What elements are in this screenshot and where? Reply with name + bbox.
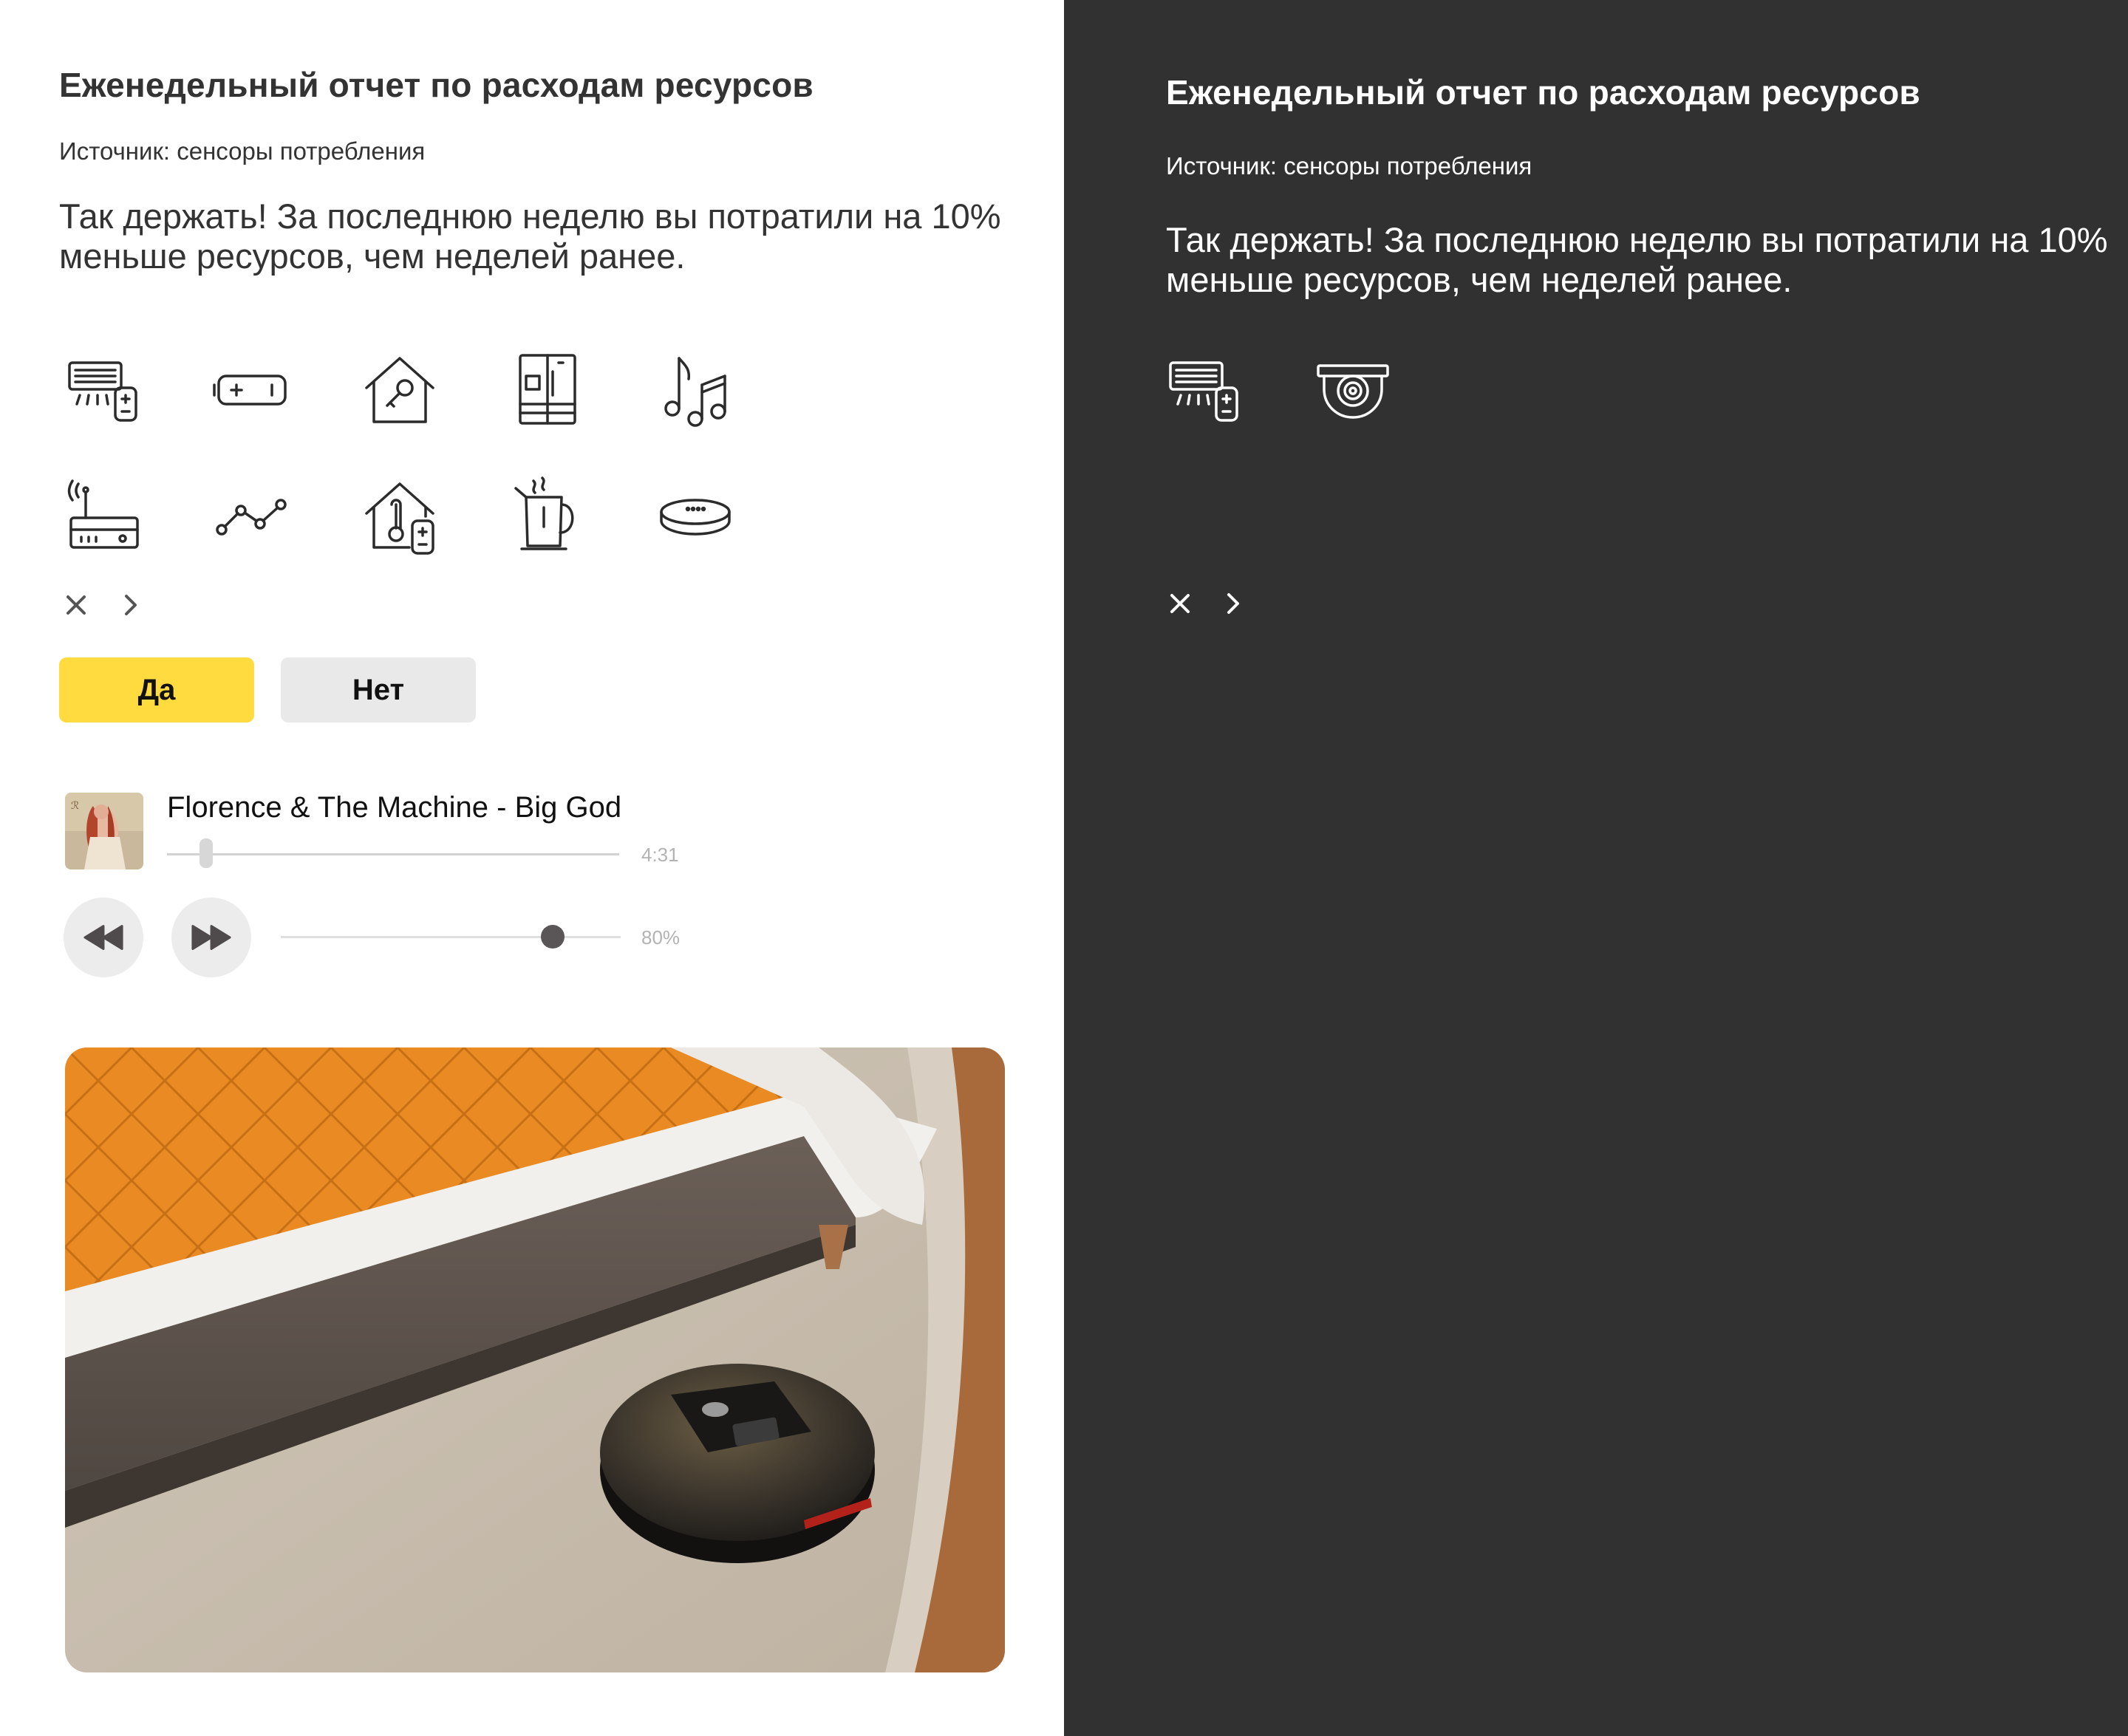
close-icon[interactable] (59, 588, 93, 622)
seek-handle[interactable] (200, 838, 213, 868)
home-thermometer-icon[interactable] (359, 475, 440, 556)
kettle-icon[interactable] (507, 475, 588, 556)
report-message: Так держать! За последнюю неделю вы потр… (59, 197, 1001, 276)
smart-speaker-icon[interactable] (655, 475, 736, 556)
light-panel: Еженедельный отчет по расходам ресурсов … (0, 0, 1064, 1736)
rewind-button[interactable] (64, 898, 143, 977)
volume-percent: 80% (641, 926, 681, 949)
dark-panel: Еженедельный отчет по расходам ресурсов … (1064, 0, 2128, 1736)
track-title: Florence & The Machine - Big God (167, 791, 622, 824)
close-icon[interactable] (1163, 587, 1197, 621)
router-icon[interactable] (64, 475, 145, 556)
ac-remote-icon[interactable] (1164, 349, 1246, 431)
report-title: Еженедельный отчет по расходам ресурсов (59, 66, 814, 104)
fast-forward-button[interactable] (171, 898, 251, 977)
security-camera-icon[interactable] (1312, 349, 1394, 431)
svg-text:ℛ: ℛ (71, 801, 79, 812)
fast-forward-icon (191, 925, 231, 950)
chevron-right-icon[interactable] (114, 588, 148, 622)
album-cover: ℛ (65, 793, 143, 869)
no-button[interactable]: Нет (281, 657, 476, 722)
seek-bar[interactable] (167, 838, 619, 868)
chart-line-icon[interactable] (211, 475, 293, 556)
report-message: Так держать! За последнюю неделю вы потр… (1166, 220, 2108, 299)
yes-button[interactable]: Да (59, 657, 254, 722)
report-title: Еженедельный отчет по расходам ресурсов (1166, 73, 1920, 112)
robot-vacuum-photo (65, 1048, 1005, 1672)
ac-remote-icon[interactable] (64, 349, 145, 431)
report-source: Источник: сенсоры потребления (1166, 152, 1532, 180)
music-notes-icon[interactable] (655, 349, 736, 431)
volume-handle[interactable] (541, 925, 565, 949)
track-duration: 4:31 (641, 844, 679, 866)
chevron-right-icon[interactable] (1216, 587, 1250, 621)
rewind-icon (83, 925, 123, 950)
battery-icon[interactable] (211, 349, 293, 431)
fridge-icon[interactable] (507, 349, 588, 431)
report-source: Источник: сенсоры потребления (59, 137, 426, 165)
volume-slider[interactable] (281, 925, 621, 949)
smart-home-key-icon[interactable] (359, 349, 440, 431)
